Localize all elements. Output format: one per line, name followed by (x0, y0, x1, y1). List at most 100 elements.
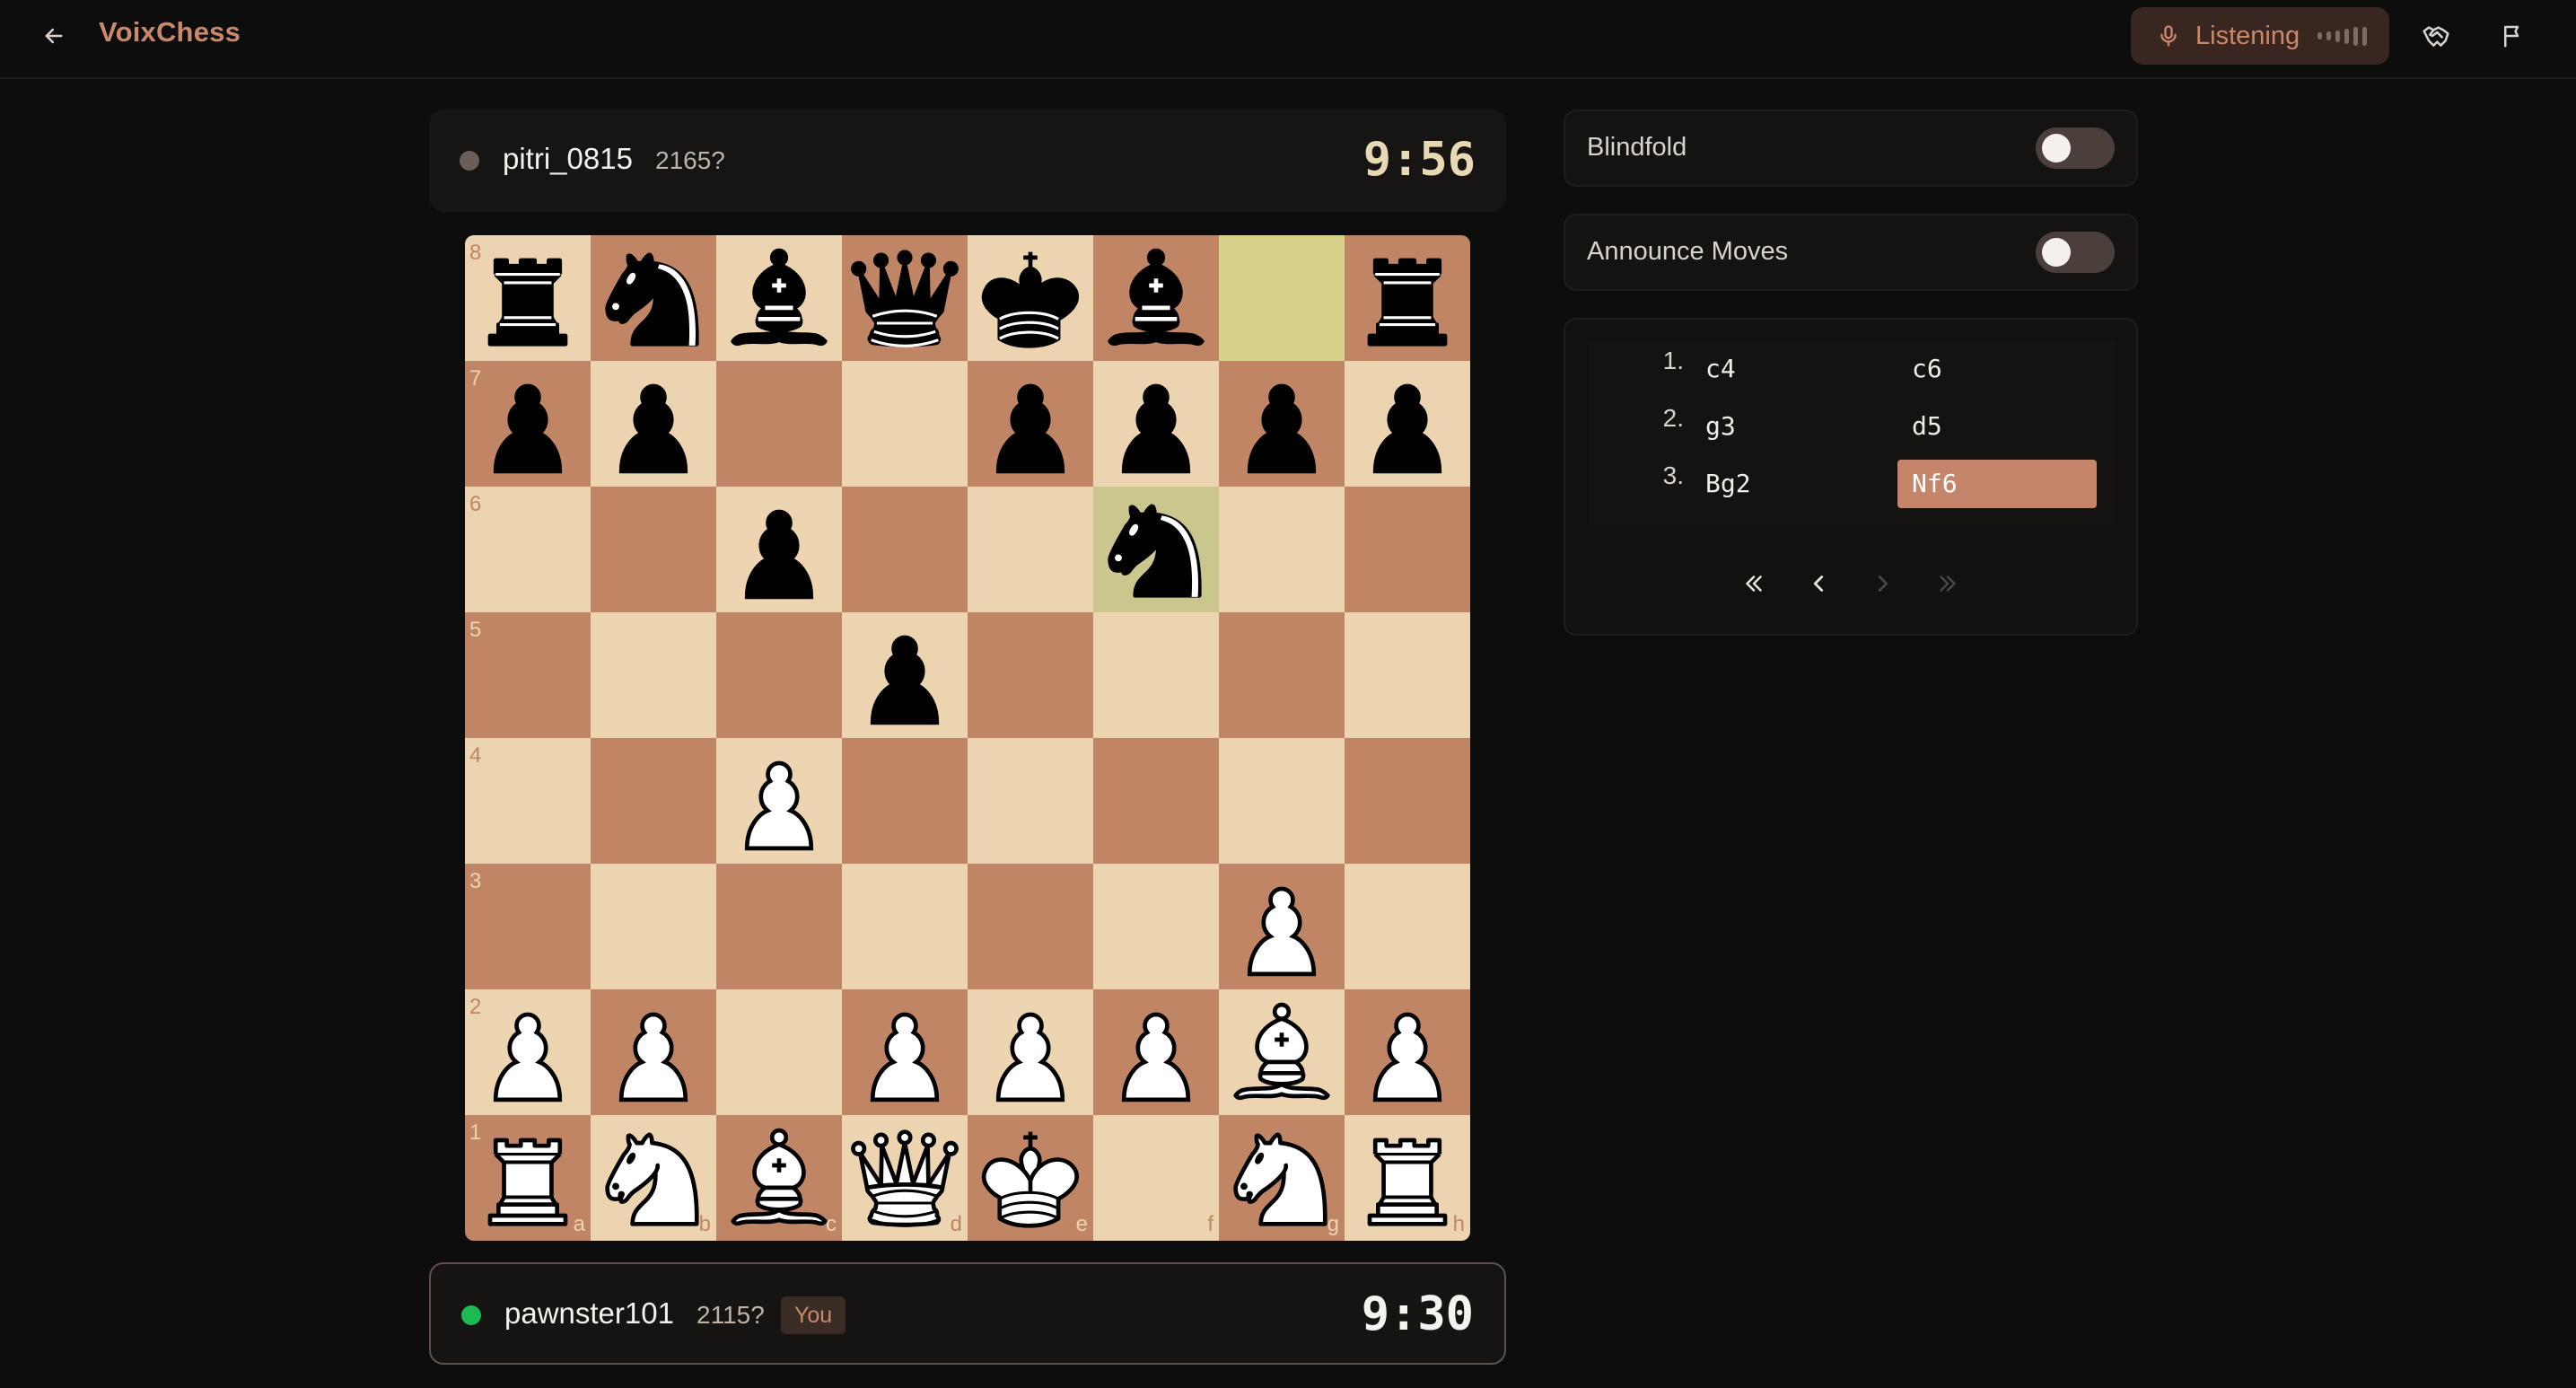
first-move-button[interactable] (1734, 558, 1774, 609)
black-queen-icon[interactable] (842, 235, 968, 361)
square-f1[interactable]: f (1093, 1115, 1219, 1241)
square-a8[interactable]: 8 (465, 235, 591, 361)
square-f7[interactable] (1093, 361, 1219, 487)
square-e6[interactable] (968, 487, 1093, 612)
white-move[interactable]: g3 (1691, 402, 1890, 451)
white-pawn-icon[interactable] (1345, 989, 1470, 1115)
square-f3[interactable] (1093, 864, 1219, 989)
white-move[interactable]: c4 (1691, 345, 1890, 393)
square-c2[interactable] (716, 989, 842, 1115)
white-bishop-icon[interactable] (1219, 989, 1345, 1115)
square-h5[interactable] (1345, 612, 1470, 738)
black-knight-icon[interactable] (1093, 487, 1219, 612)
square-h4[interactable] (1345, 738, 1470, 864)
square-d6[interactable] (842, 487, 968, 612)
offer-draw-button[interactable] (2414, 18, 2458, 54)
black-pawn-icon[interactable] (842, 612, 968, 738)
square-h6[interactable] (1345, 487, 1470, 612)
square-b4[interactable] (591, 738, 716, 864)
back-button[interactable] (32, 18, 75, 54)
square-e5[interactable] (968, 612, 1093, 738)
square-c1[interactable]: c (716, 1115, 842, 1241)
square-c4[interactable] (716, 738, 842, 864)
square-g1[interactable]: g (1219, 1115, 1345, 1241)
blindfold-toggle[interactable] (2036, 127, 2115, 169)
next-move-button[interactable] (1863, 558, 1903, 609)
black-rook-icon[interactable] (1345, 235, 1470, 361)
square-f4[interactable] (1093, 738, 1219, 864)
square-e8[interactable] (968, 235, 1093, 361)
square-g8[interactable] (1219, 235, 1345, 361)
square-f8[interactable] (1093, 235, 1219, 361)
square-h8[interactable] (1345, 235, 1470, 361)
square-b8[interactable] (591, 235, 716, 361)
black-pawn-icon[interactable] (591, 361, 716, 487)
last-move-button[interactable] (1928, 558, 1967, 609)
square-a1[interactable]: 1a (465, 1115, 591, 1241)
black-move-active[interactable]: Nf6 (1897, 460, 2097, 508)
square-c8[interactable] (716, 235, 842, 361)
square-a4[interactable]: 4 (465, 738, 591, 864)
square-c6[interactable] (716, 487, 842, 612)
square-a5[interactable]: 5 (465, 612, 591, 738)
black-king-icon[interactable] (968, 235, 1093, 361)
square-h2[interactable] (1345, 989, 1470, 1115)
white-rook-icon[interactable] (465, 1115, 591, 1241)
square-b5[interactable] (591, 612, 716, 738)
square-e1[interactable]: e (968, 1115, 1093, 1241)
square-a6[interactable]: 6 (465, 487, 591, 612)
white-pawn-icon[interactable] (591, 989, 716, 1115)
white-pawn-icon[interactable] (842, 989, 968, 1115)
square-a7[interactable]: 7 (465, 361, 591, 487)
white-pawn-icon[interactable] (1219, 864, 1345, 989)
square-g3[interactable] (1219, 864, 1345, 989)
square-d1[interactable]: d (842, 1115, 968, 1241)
square-d3[interactable] (842, 864, 968, 989)
black-knight-icon[interactable] (591, 235, 716, 361)
square-c3[interactable] (716, 864, 842, 989)
square-d2[interactable] (842, 989, 968, 1115)
white-pawn-icon[interactable] (1093, 989, 1219, 1115)
square-h7[interactable] (1345, 361, 1470, 487)
square-b7[interactable] (591, 361, 716, 487)
white-king-icon[interactable] (968, 1115, 1093, 1241)
black-pawn-icon[interactable] (1219, 361, 1345, 487)
black-rook-icon[interactable] (465, 235, 591, 361)
square-d5[interactable] (842, 612, 968, 738)
black-pawn-icon[interactable] (968, 361, 1093, 487)
listening-button[interactable]: Listening (2131, 7, 2389, 65)
square-g6[interactable] (1219, 487, 1345, 612)
square-e2[interactable] (968, 989, 1093, 1115)
square-f6[interactable] (1093, 487, 1219, 612)
white-move[interactable]: Bg2 (1691, 460, 1890, 508)
square-c5[interactable] (716, 612, 842, 738)
white-queen-icon[interactable] (842, 1115, 968, 1241)
square-e7[interactable] (968, 361, 1093, 487)
square-b3[interactable] (591, 864, 716, 989)
square-e3[interactable] (968, 864, 1093, 989)
square-a3[interactable]: 3 (465, 864, 591, 989)
white-knight-icon[interactable] (1219, 1115, 1345, 1241)
announce-moves-toggle[interactable] (2036, 232, 2115, 273)
square-a2[interactable]: 2 (465, 989, 591, 1115)
black-move[interactable]: d5 (1897, 402, 2097, 451)
black-pawn-icon[interactable] (465, 361, 591, 487)
white-rook-icon[interactable] (1345, 1115, 1470, 1241)
chess-board[interactable]: 8 76 5 4 3 2 1 a b c d e f g h (465, 235, 1470, 1241)
square-d4[interactable] (842, 738, 968, 864)
square-g2[interactable] (1219, 989, 1345, 1115)
square-h1[interactable]: h (1345, 1115, 1470, 1241)
square-b1[interactable]: b (591, 1115, 716, 1241)
square-g7[interactable] (1219, 361, 1345, 487)
black-pawn-icon[interactable] (1345, 361, 1470, 487)
white-bishop-icon[interactable] (716, 1115, 842, 1241)
previous-move-button[interactable] (1799, 558, 1838, 609)
square-g5[interactable] (1219, 612, 1345, 738)
black-move[interactable]: c6 (1897, 345, 2097, 393)
white-pawn-icon[interactable] (465, 989, 591, 1115)
square-e4[interactable] (968, 738, 1093, 864)
square-b2[interactable] (591, 989, 716, 1115)
square-d8[interactable] (842, 235, 968, 361)
white-pawn-icon[interactable] (968, 989, 1093, 1115)
square-h3[interactable] (1345, 864, 1470, 989)
